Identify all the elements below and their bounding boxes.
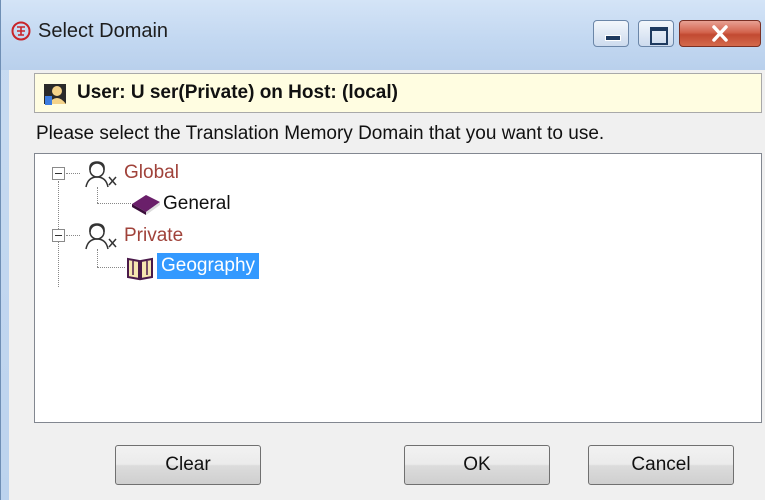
user-host-banner: User: U ser(Private) on Host: (local) — [34, 73, 762, 113]
select-domain-dialog: Select Domain User: U ser(Private) on Ho… — [0, 0, 765, 500]
tree-connector — [97, 267, 125, 268]
domain-group-icon — [85, 161, 117, 188]
close-icon — [712, 25, 728, 42]
tree-node-global[interactable]: Global — [124, 162, 179, 184]
tree-connector — [97, 203, 131, 204]
cancel-button[interactable]: Cancel — [588, 445, 734, 485]
close-button[interactable] — [679, 20, 761, 47]
title-bar[interactable]: Select Domain — [1, 0, 765, 70]
tree-node-general[interactable]: General — [163, 193, 231, 215]
ok-button[interactable]: OK — [404, 445, 550, 485]
tree-node-private[interactable]: Private — [124, 225, 183, 247]
tree-connector — [58, 242, 59, 287]
tree-connector — [66, 235, 80, 236]
tree-connector — [66, 173, 80, 174]
domain-group-icon — [85, 223, 117, 250]
maximize-button[interactable] — [638, 20, 674, 47]
dialog-body: User: U ser(Private) on Host: (local) Pl… — [9, 70, 765, 500]
user-host-text: User: U ser(Private) on Host: (local) — [77, 82, 398, 103]
app-logo-icon — [11, 21, 31, 41]
domain-tree[interactable]: Global General Private Geography — [34, 153, 762, 423]
tree-node-geography[interactable]: Geography — [157, 253, 260, 279]
book-open-icon — [127, 257, 153, 281]
clear-button[interactable]: Clear — [115, 445, 261, 485]
tree-connector — [97, 249, 98, 267]
tree-connector — [58, 181, 59, 229]
tree-expander-private[interactable] — [52, 229, 65, 242]
user-icon — [44, 84, 66, 105]
tree-connector — [97, 187, 98, 203]
minimize-button[interactable] — [593, 20, 629, 47]
tree-expander-global[interactable] — [52, 167, 65, 180]
instruction-text: Please select the Translation Memory Dom… — [36, 123, 605, 144]
window-title: Select Domain — [38, 20, 169, 42]
book-closed-icon — [132, 195, 160, 215]
